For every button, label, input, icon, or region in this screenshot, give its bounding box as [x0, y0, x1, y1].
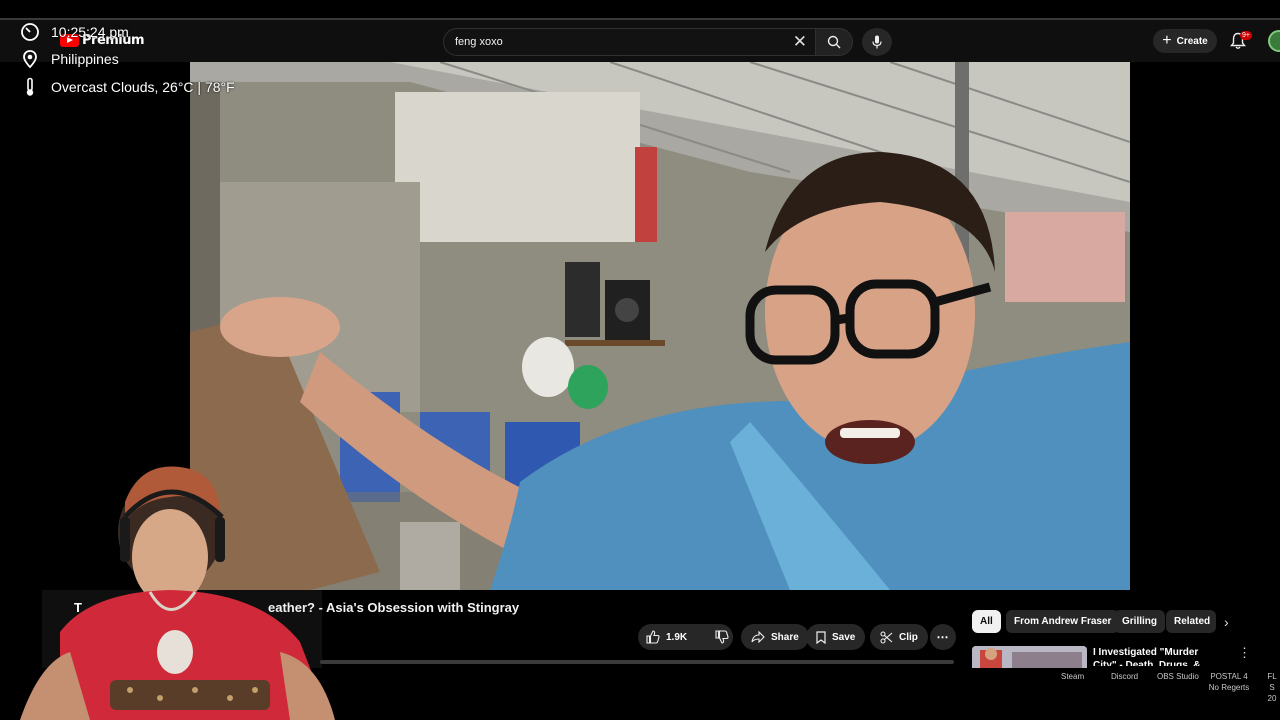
thumbnail-image: [972, 646, 1087, 668]
taskbar-label: FL S 20: [1267, 672, 1277, 703]
clip-button[interactable]: Clip: [870, 624, 928, 650]
share-button[interactable]: Share: [741, 624, 809, 650]
more-vertical-icon[interactable]: ⋮: [1238, 645, 1251, 661]
chip-label: Related: [1174, 616, 1211, 627]
create-button[interactable]: + Create: [1153, 29, 1217, 53]
overlay-time: 10:25:24 pm: [20, 22, 129, 42]
chip-label: Grilling: [1122, 616, 1157, 627]
clip-label: Clip: [899, 631, 918, 643]
search-icon: [827, 35, 841, 49]
microphone-icon: [872, 35, 882, 49]
create-label: Create: [1176, 35, 1208, 47]
close-icon[interactable]: ✕: [793, 32, 807, 52]
chevron-right-icon[interactable]: ›: [1224, 614, 1229, 630]
taskbar-obs-studio[interactable]: OBS Studio: [1157, 671, 1199, 682]
dislike-button[interactable]: [707, 624, 737, 650]
chip-from-andrew-fraser[interactable]: From Andrew Fraser: [1006, 610, 1120, 633]
notification-badge: 9+: [1240, 31, 1252, 40]
chip-grilling[interactable]: Grilling: [1114, 610, 1165, 633]
taskbar-label: Discord: [1111, 672, 1139, 681]
like-button[interactable]: 1.9K: [638, 624, 695, 650]
chip-all[interactable]: All: [972, 610, 1001, 633]
taskbar-postal-4[interactable]: POSTAL 4 No Regerts: [1206, 671, 1252, 693]
taskbar-discord[interactable]: Discord: [1111, 671, 1138, 682]
more-actions-button[interactable]: ⋯: [930, 624, 956, 650]
search-button[interactable]: [815, 28, 853, 56]
like-dislike-bar: 1.9K: [638, 624, 733, 650]
location-pin-icon: [23, 50, 37, 69]
taskbar-fl-studio[interactable]: FL S 20: [1264, 671, 1280, 704]
video-progress-track[interactable]: [320, 660, 954, 664]
taskbar-label: OBS Studio: [1157, 672, 1199, 681]
scissors-icon: [880, 630, 893, 644]
time-text: 10:25:24 pm: [51, 24, 129, 40]
overlay-weather: Overcast Clouds, 26°C | 78°F: [20, 77, 235, 97]
chip-related[interactable]: Related: [1166, 610, 1216, 633]
chip-label: From Andrew Fraser: [1014, 616, 1112, 627]
taskbar-label: POSTAL 4 No Regerts: [1208, 672, 1250, 692]
overlay-location: Philippines: [20, 49, 119, 69]
bookmark-icon: [816, 630, 826, 644]
search-query: feng xoxo: [455, 36, 503, 48]
recommendation-thumbnail[interactable]: [972, 646, 1087, 668]
share-label: Share: [771, 631, 799, 643]
streamer-webcam-image: [20, 466, 335, 720]
save-button[interactable]: Save: [806, 624, 866, 650]
taskbar-steam[interactable]: Steam: [1061, 671, 1084, 682]
plus-icon: +: [1162, 32, 1172, 49]
location-text: Philippines: [51, 51, 119, 67]
recommendation-title[interactable]: I Investigated "Murder City" - Death, Dr…: [1093, 646, 1223, 666]
voice-search-button[interactable]: [862, 28, 892, 56]
thumbs-down-icon: [715, 630, 729, 644]
like-count: 1.9K: [666, 631, 688, 643]
weather-text: Overcast Clouds, 26°C | 78°F: [51, 79, 235, 95]
thermometer-icon: [26, 77, 34, 96]
more-dots-icon: ⋯: [936, 630, 950, 644]
thumbs-up-icon: [646, 630, 660, 644]
share-icon: [751, 631, 765, 643]
webcam-overlay: [0, 462, 340, 720]
taskbar-label: Steam: [1061, 672, 1085, 681]
search-input[interactable]: feng xoxo ✕: [443, 28, 815, 56]
save-label: Save: [832, 631, 856, 643]
clock-icon: [21, 23, 39, 41]
chip-label: All: [980, 616, 993, 627]
